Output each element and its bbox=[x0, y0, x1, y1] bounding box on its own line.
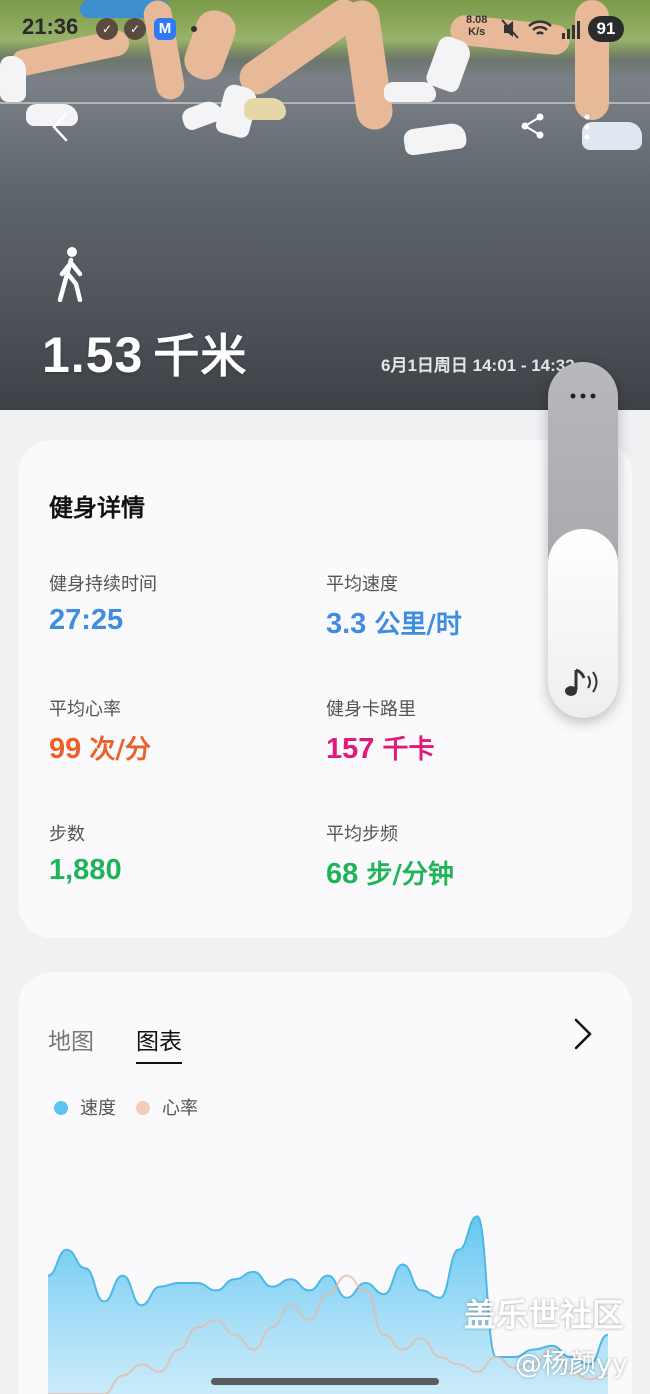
workout-details-card: 健身详情 健身持续时间 27:25 平均速度 3.3 公里/时 平均心率 99 … bbox=[18, 440, 632, 938]
legend-item-speed: 速度 bbox=[54, 1094, 116, 1120]
signal-icon bbox=[562, 21, 580, 39]
legend-dot bbox=[54, 1101, 68, 1115]
metric-avg-speed: 平均速度 3.3 公里/时 bbox=[326, 570, 462, 641]
tab-map[interactable]: 地图 bbox=[48, 1022, 94, 1056]
battery-indicator: 91 bbox=[588, 16, 624, 42]
media-volume-icon bbox=[565, 668, 598, 696]
notification-icon: ✓ bbox=[124, 18, 146, 40]
metric-value: 27:25 bbox=[49, 604, 124, 636]
runner-shoe bbox=[0, 56, 26, 102]
clock: 21:36 bbox=[22, 14, 79, 39]
legend-dot bbox=[136, 1101, 150, 1115]
more-notifications-dot bbox=[191, 26, 197, 32]
app-notification-icon: M bbox=[154, 18, 176, 40]
mute-icon bbox=[501, 19, 519, 39]
more-icon[interactable] bbox=[580, 112, 594, 142]
distance-value: 1.53 bbox=[42, 327, 144, 383]
status-bar: 21:36 ✓ ✓ M 8.08 K/s 91 bbox=[0, 14, 650, 44]
metric-cadence: 平均步频 68 步/分钟 bbox=[326, 820, 454, 891]
tab-chart[interactable]: 图表 bbox=[136, 1022, 182, 1064]
share-icon[interactable] bbox=[518, 111, 548, 141]
metric-value: 3.3 公里/时 bbox=[326, 608, 462, 640]
network-speed: 8.08 K/s bbox=[466, 14, 488, 38]
metric-value: 68 步/分钟 bbox=[326, 858, 454, 890]
metric-label: 平均步频 bbox=[326, 824, 398, 845]
road-line bbox=[0, 102, 650, 104]
metric-label: 平均心率 bbox=[49, 699, 121, 720]
metric-calories: 健身卡路里 157 千卡 bbox=[326, 695, 434, 766]
metric-label: 健身持续时间 bbox=[49, 574, 157, 595]
distance-display: 1.53 千米 bbox=[42, 320, 247, 386]
metric-value: 99 次/分 bbox=[49, 733, 151, 765]
metric-label: 步数 bbox=[49, 824, 85, 845]
more-options-icon[interactable] bbox=[568, 392, 598, 400]
runner-shoe bbox=[402, 121, 468, 157]
home-indicator[interactable] bbox=[211, 1378, 439, 1385]
back-icon[interactable] bbox=[46, 110, 76, 144]
notification-icon: ✓ bbox=[96, 18, 118, 40]
wifi-icon bbox=[528, 20, 552, 35]
volume-slider[interactable] bbox=[548, 362, 618, 718]
metric-value: 1,880 bbox=[49, 854, 122, 886]
metric-steps: 步数 1,880 bbox=[49, 820, 122, 887]
distance-unit: 千米 bbox=[153, 330, 248, 382]
walking-icon bbox=[57, 247, 83, 302]
metric-duration: 健身持续时间 27:25 bbox=[49, 570, 157, 637]
chevron-right-icon[interactable] bbox=[570, 1016, 596, 1052]
watermark-author: @杨颜yy bbox=[515, 1349, 628, 1380]
metric-label: 健身卡路里 bbox=[326, 699, 416, 720]
legend-item-heart-rate: 心率 bbox=[136, 1094, 198, 1120]
runner-shoe bbox=[244, 98, 286, 120]
watermark-community: 盖乐世社区 bbox=[464, 1296, 625, 1334]
metric-value: 157 千卡 bbox=[326, 733, 435, 765]
metric-avg-heart-rate: 平均心率 99 次/分 bbox=[49, 695, 151, 766]
metric-label: 平均速度 bbox=[326, 574, 398, 595]
workout-datetime: 6月1日周日 14:01 - 14:32 bbox=[381, 356, 575, 375]
runner-shoe bbox=[384, 82, 436, 102]
card-title: 健身详情 bbox=[49, 494, 145, 522]
